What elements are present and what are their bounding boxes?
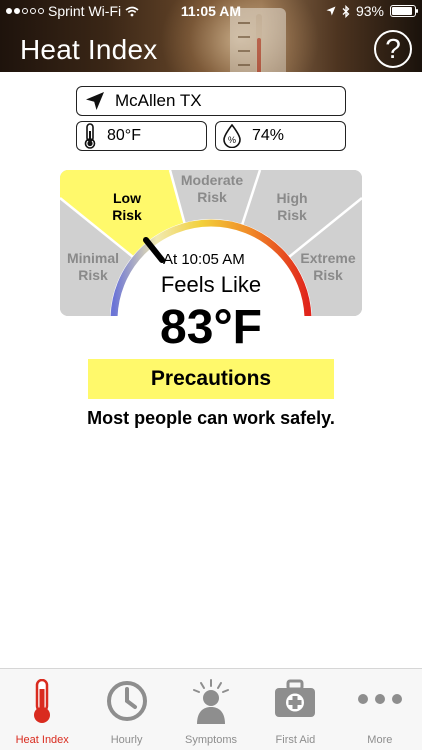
tab-label: Symptoms — [185, 734, 237, 746]
app-header: Sprint Wi-Fi 11:05 AM 93% Heat Index ? — [0, 0, 422, 72]
risk-label-low: Low Risk — [112, 190, 142, 223]
risk-label-high: High Risk — [276, 190, 308, 223]
status-bar: Sprint Wi-Fi 11:05 AM 93% — [0, 0, 422, 22]
tab-label: Heat Index — [15, 734, 69, 746]
bluetooth-icon — [342, 4, 350, 18]
status-time: 11:05 AM — [180, 3, 242, 19]
first-aid-kit-icon — [275, 679, 316, 717]
tab-label: Hourly — [110, 734, 143, 746]
humidity-drop-icon: % — [223, 124, 241, 148]
temperature-reading: 80°F — [76, 121, 207, 151]
tab-heat-index[interactable]: Heat Index — [0, 669, 84, 750]
tab-hourly[interactable]: Hourly — [84, 669, 168, 750]
precautions-button[interactable]: Precautions — [88, 359, 334, 399]
humidity-reading: % 74% — [215, 121, 346, 151]
thermometer-icon — [84, 123, 96, 149]
signal-strength-icon — [6, 8, 44, 14]
location-selector[interactable]: McAllen TX — [76, 86, 346, 116]
clock-icon — [106, 681, 147, 721]
tab-label: First Aid — [275, 734, 316, 746]
tab-symptoms[interactable]: Symptoms — [169, 669, 253, 750]
tab-first-aid[interactable]: First Aid — [253, 669, 337, 750]
person-heat-icon — [193, 679, 230, 724]
reading-time: At 10:05 AM — [163, 251, 245, 268]
humidity-value: 74% — [252, 127, 285, 144]
precaution-message: Most people can work safely. — [87, 408, 335, 428]
feels-like-label: Feels Like — [160, 272, 262, 297]
thermometer-icon — [34, 679, 51, 723]
temperature-value: 80°F — [107, 127, 141, 144]
tab-more[interactable]: More — [338, 669, 422, 750]
help-button[interactable]: ? — [374, 30, 412, 68]
tab-label: More — [367, 734, 393, 746]
location-name: McAllen TX — [115, 91, 202, 110]
location-arrow-icon — [86, 92, 104, 110]
carrier-name: Sprint Wi-Fi — [48, 3, 122, 19]
tab-bar: Heat Index Hourly Symptoms First Aid Mor… — [0, 668, 422, 750]
risk-label-moderate: Moderate Risk — [180, 172, 244, 205]
battery-percentage: 93% — [355, 3, 384, 19]
feels-like-value: 83°F — [160, 301, 262, 354]
more-dots-icon — [357, 694, 402, 704]
page-title: Heat Index — [20, 34, 158, 65]
location-services-icon — [326, 6, 336, 16]
svg-text:%: % — [228, 135, 236, 145]
battery-icon — [390, 5, 418, 17]
